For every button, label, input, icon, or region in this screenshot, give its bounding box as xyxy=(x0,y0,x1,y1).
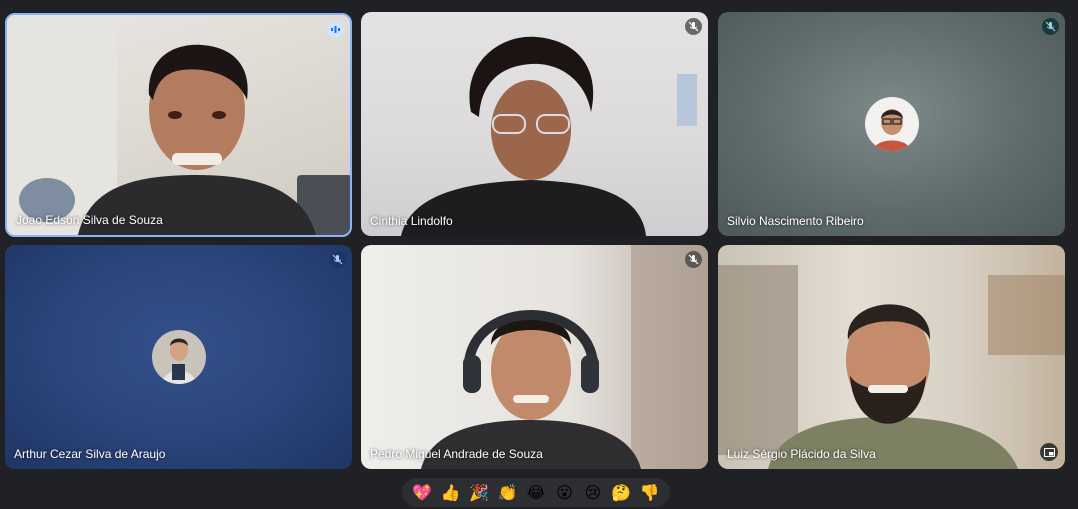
participant-name: Pedro Miguel Andrade de Souza xyxy=(370,447,543,461)
reaction-surprised[interactable]: 😮 xyxy=(552,483,576,503)
participant-video xyxy=(7,15,350,235)
reactions-bar: 💖 👍 🎉 👏 😂 😮 😢 🤔 👎 xyxy=(402,478,670,507)
participant-video xyxy=(718,265,1065,469)
participant-avatar xyxy=(151,330,206,384)
speaking-indicator-icon xyxy=(327,21,344,38)
participant-tile[interactable]: Silvio Nascimento Ribeiro xyxy=(718,12,1065,236)
participant-tile[interactable]: Joao Edson Silva de Souza xyxy=(5,13,352,237)
participant-name: Silvio Nascimento Ribeiro xyxy=(727,214,864,228)
participant-tile[interactable]: Luiz Sérgio Plácido da Silva xyxy=(718,245,1065,469)
picture-in-picture-icon[interactable] xyxy=(1040,443,1058,461)
reaction-thumbs-down[interactable]: 👎 xyxy=(638,483,662,503)
participant-name: Joao Edson Silva de Souza xyxy=(16,213,163,227)
reaction-party-popper[interactable]: 🎉 xyxy=(467,483,491,503)
mic-off-icon xyxy=(329,251,346,268)
participant-name: Cinthia Lindolfo xyxy=(370,214,453,228)
participant-avatar xyxy=(864,97,919,151)
reaction-clapping[interactable]: 👏 xyxy=(496,483,520,503)
mic-off-icon xyxy=(685,18,702,35)
mic-off-icon xyxy=(685,251,702,268)
reaction-thumbs-up[interactable]: 👍 xyxy=(439,483,463,503)
participant-name: Arthur Cezar Silva de Araujo xyxy=(14,447,166,461)
participant-grid: Joao Edson Silva de Souza Cinthia Lindol… xyxy=(4,12,1068,470)
participant-tile[interactable]: Arthur Cezar Silva de Araujo xyxy=(5,245,352,469)
participant-tile[interactable]: Pedro Miguel Andrade de Souza xyxy=(361,245,708,469)
reaction-sad[interactable]: 😢 xyxy=(581,483,605,503)
participant-name: Luiz Sérgio Plácido da Silva xyxy=(727,447,876,461)
reaction-joy[interactable]: 😂 xyxy=(524,483,548,503)
reaction-thinking[interactable]: 🤔 xyxy=(609,483,633,503)
participant-video xyxy=(421,245,708,469)
mic-off-icon xyxy=(1042,18,1059,35)
reaction-sparkling-heart[interactable]: 💖 xyxy=(410,483,434,503)
participant-video xyxy=(401,36,697,236)
participant-tile[interactable]: Cinthia Lindolfo xyxy=(361,12,708,236)
